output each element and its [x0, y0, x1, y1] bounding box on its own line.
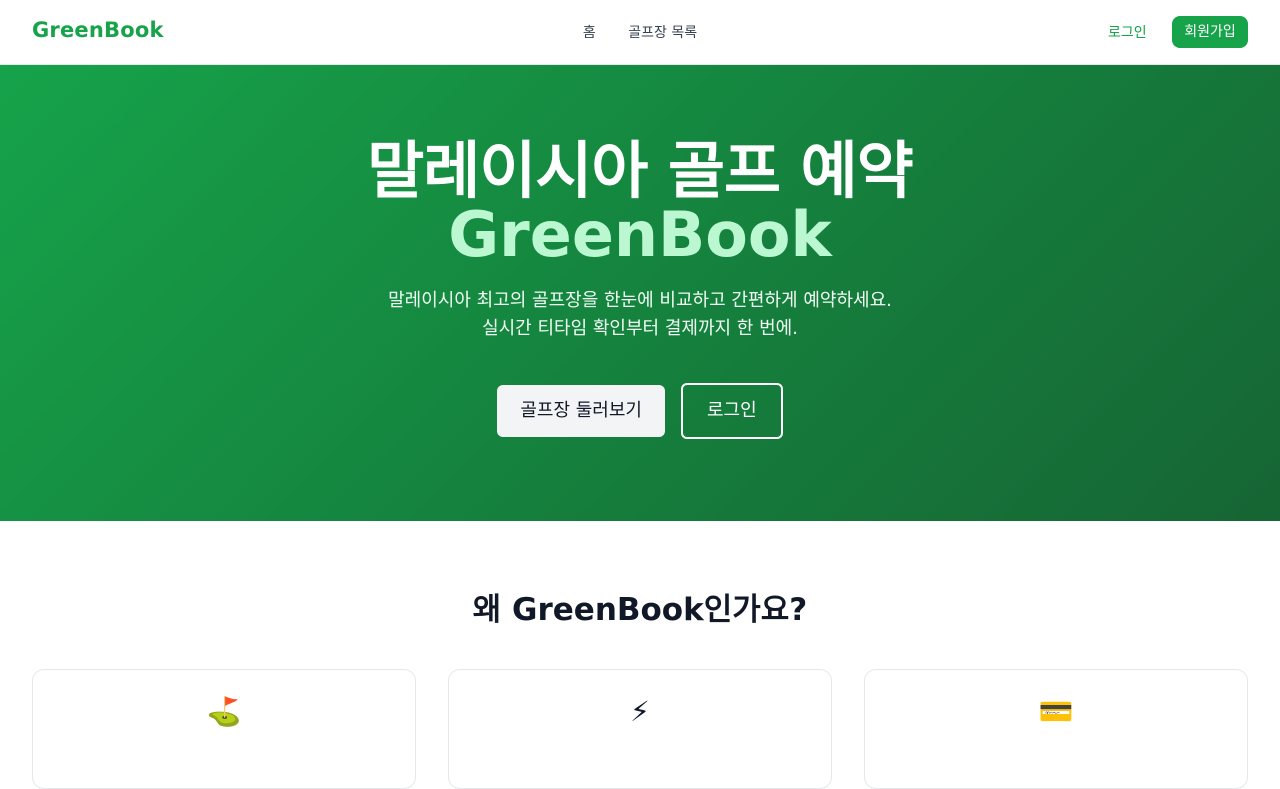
feature-card: ⚡ [448, 669, 832, 789]
hero-section: 말레이시아 골프 예약 GreenBook 말레이시아 최고의 골프장을 한눈에… [0, 65, 1280, 521]
main-nav: 홈 골프장 목록 [0, 22, 1280, 42]
login-link[interactable]: 로그인 [1098, 22, 1157, 42]
hero-subtitle-line-1: 말레이시아 최고의 골프장을 한눈에 비교하고 간편하게 예약하세요. [388, 290, 892, 311]
lightning-icon: ⚡ [630, 695, 650, 728]
golf-flag-icon: ⛳ [206, 695, 242, 728]
why-section-title: 왜 GreenBook인가요? [472, 592, 808, 628]
browse-courses-button[interactable]: 골프장 둘러보기 [497, 385, 665, 437]
hero-subtitle-line-2: 실시간 티타임 확인부터 결제까지 한 번에. [482, 318, 798, 339]
nav-item-golf-courses[interactable]: 골프장 목록 [628, 25, 697, 41]
hero-title: 말레이시아 골프 예약 [367, 134, 914, 207]
hero-title-brand: GreenBook [448, 198, 832, 271]
top-navigation-bar: GreenBook 홈 골프장 목록 로그인 회원가입 [0, 0, 1280, 65]
hero-login-button[interactable]: 로그인 [680, 383, 783, 439]
signup-button[interactable]: 회원가입 [1172, 16, 1248, 48]
hero-subtitle: 말레이시아 최고의 골프장을 한눈에 비교하고 간편하게 예약하세요. 실시간 … [0, 287, 1280, 343]
card-icon: 💳 [1038, 695, 1074, 728]
nav-item-home[interactable]: 홈 [583, 25, 596, 41]
feature-card: 💳 [864, 669, 1248, 789]
hero-actions: 골프장 둘러보기 로그인 [0, 383, 1280, 439]
feature-card: ⛳ [32, 669, 416, 789]
